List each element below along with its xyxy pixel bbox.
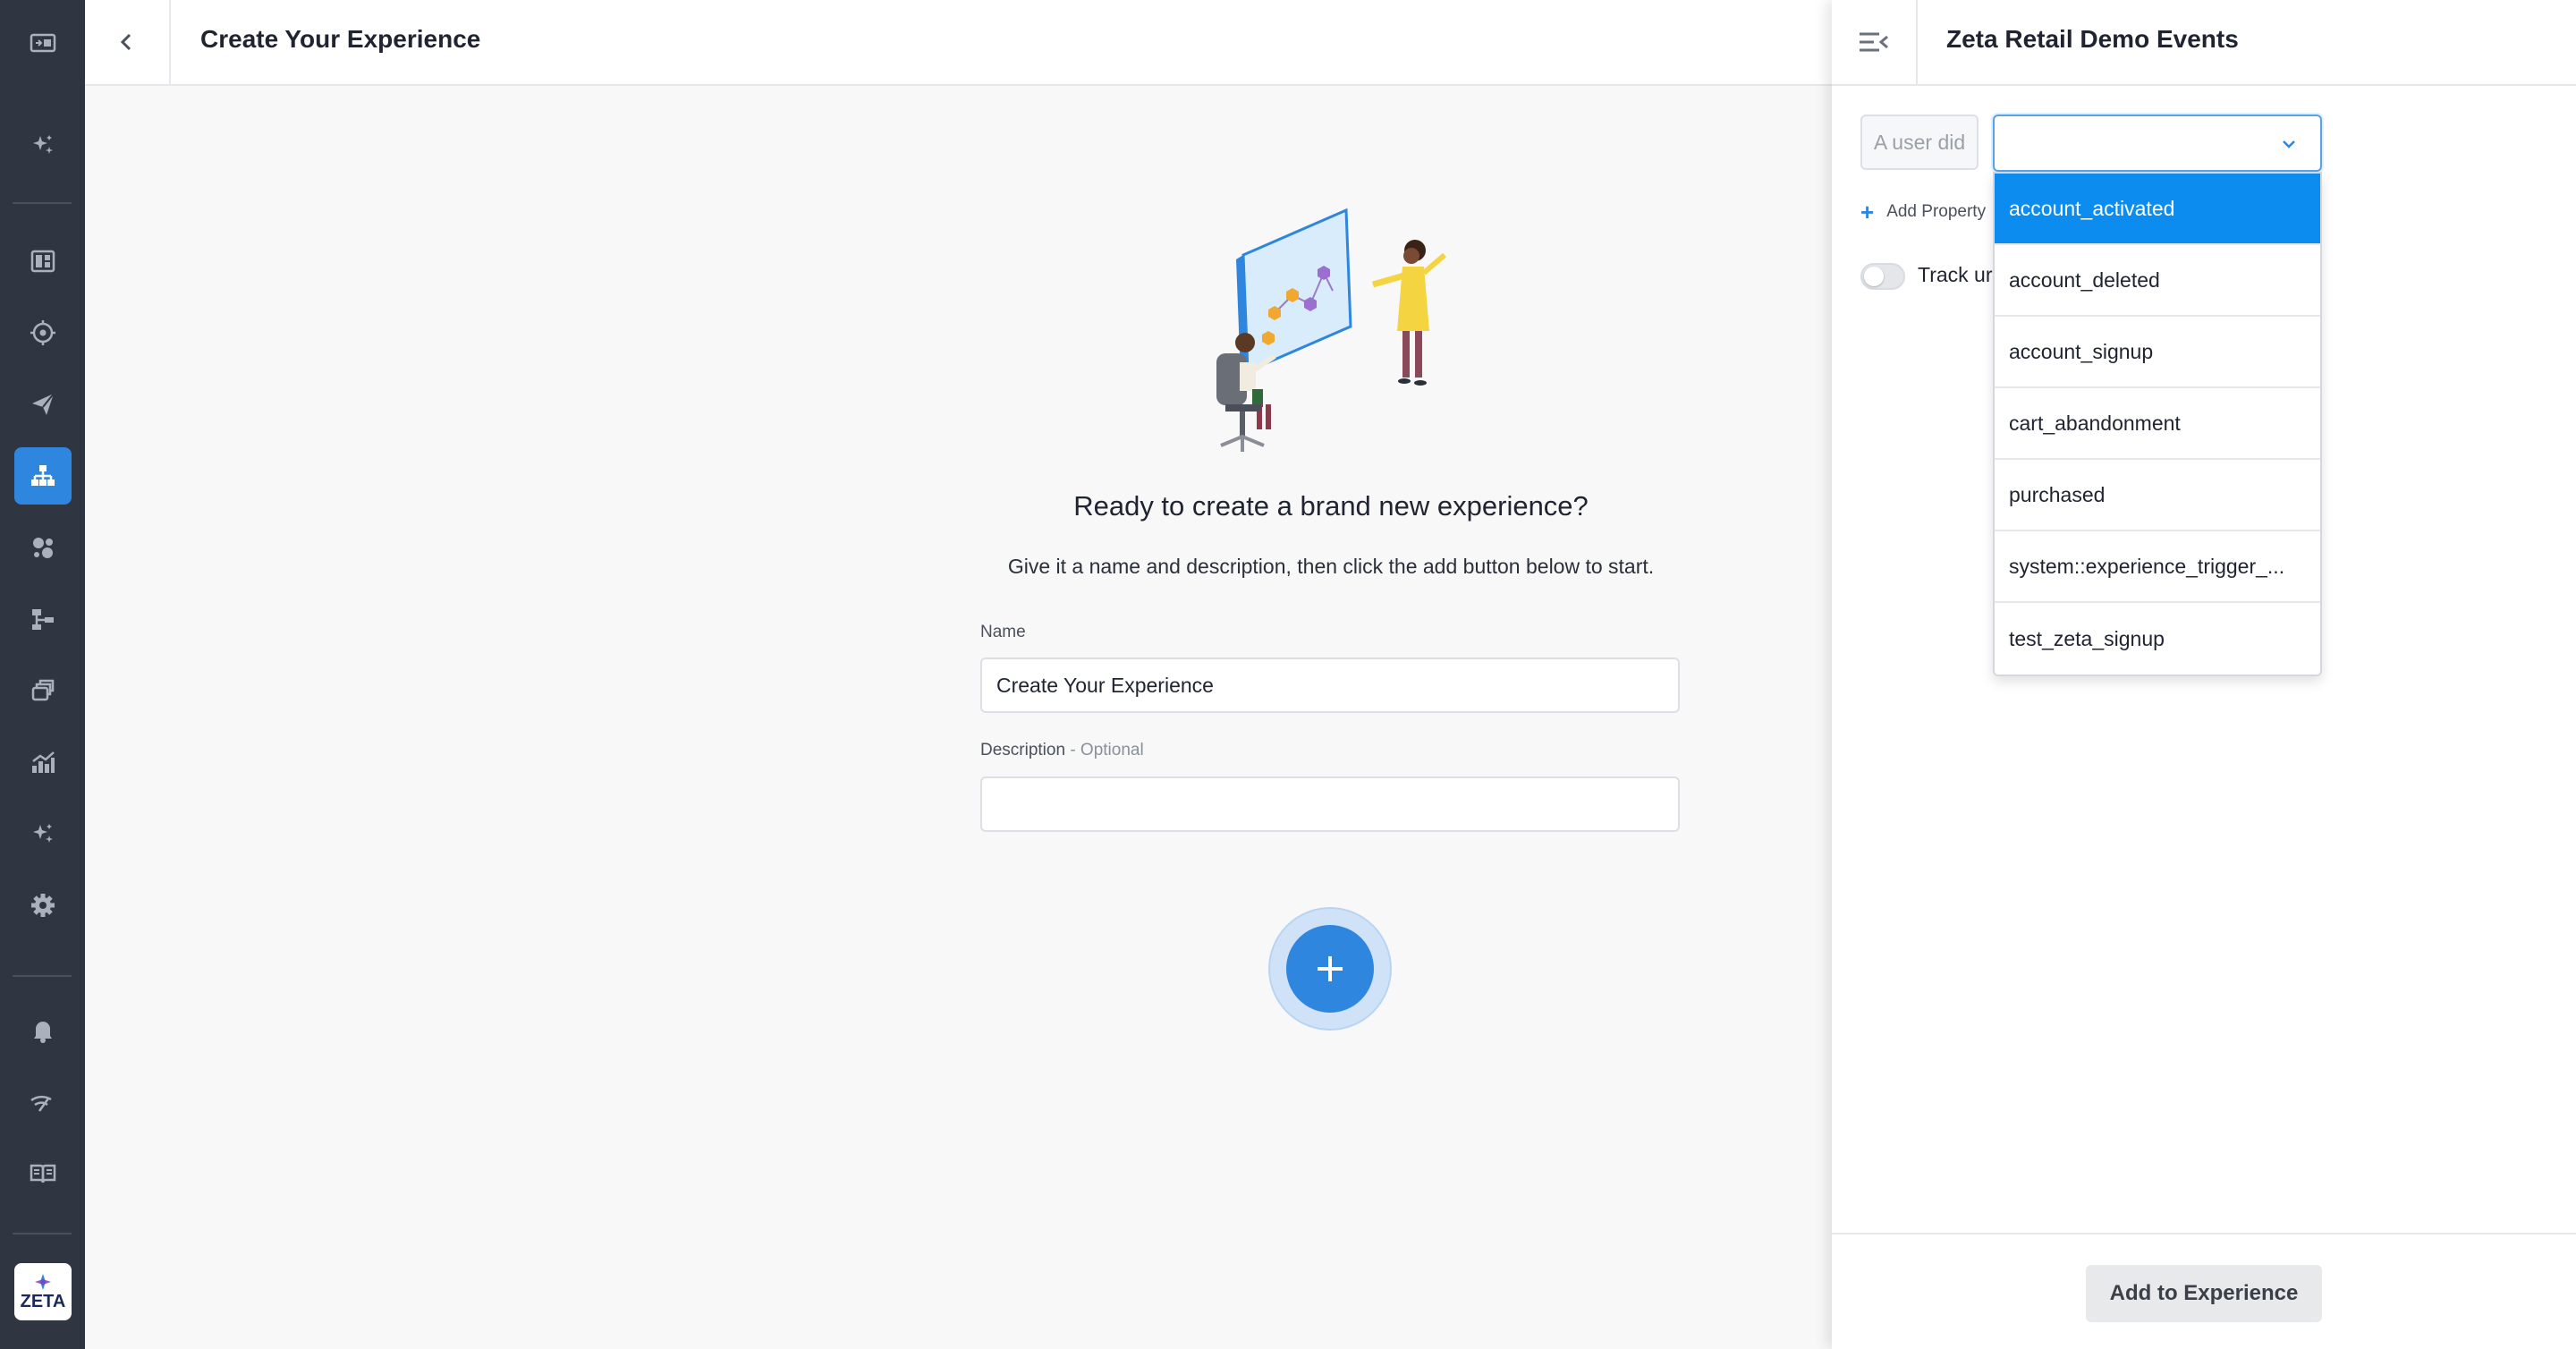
events-panel: Zeta Retail Demo Events A user did + Add… [1832, 0, 2576, 1349]
flow-icon[interactable] [14, 590, 72, 648]
sparkle-icon[interactable] [14, 116, 72, 174]
sidebar-divider [13, 1233, 72, 1234]
book-icon[interactable] [14, 1145, 72, 1202]
gear-icon[interactable] [14, 877, 72, 934]
target-icon[interactable] [14, 304, 72, 361]
sparkle-icon[interactable] [14, 805, 72, 862]
zeta-logo[interactable]: ZETA [14, 1263, 72, 1320]
event-select[interactable] [1993, 115, 2322, 172]
top-bar: Create Your Experience [85, 0, 1832, 86]
add-property-link[interactable]: + Add Property [1860, 199, 1987, 225]
toggle-knob [1864, 267, 1884, 286]
dropdown-option[interactable]: account_activated [1995, 174, 2320, 245]
plus-icon: + [1860, 199, 1875, 225]
zeta-mark-icon [35, 1274, 51, 1290]
dropdown-option[interactable]: account_signup [1995, 317, 2320, 388]
plus-icon [1318, 956, 1343, 981]
stack-icon[interactable] [14, 662, 72, 719]
empty-state-heading: Ready to create a brand new experience? [1073, 490, 1589, 522]
chevron-down-icon [2283, 140, 2295, 148]
collapse-menu-icon [1860, 32, 1888, 52]
dropdown-option[interactable]: account_deleted [1995, 245, 2320, 317]
description-label-text: Description [980, 741, 1066, 759]
track-toggle[interactable] [1860, 263, 1905, 290]
add-to-experience-button[interactable]: Add to Experience [2086, 1265, 2322, 1322]
description-input[interactable] [980, 776, 1680, 832]
back-button[interactable] [85, 0, 171, 84]
paper-plane-icon[interactable] [14, 376, 72, 433]
track-label: Track ur [1918, 263, 1993, 286]
panel-footer: Add to Experience [1832, 1233, 2576, 1349]
collapse-panel-button[interactable] [1832, 0, 1918, 84]
experience-illustration [1216, 208, 1446, 452]
analytics-icon[interactable] [14, 734, 72, 791]
dropdown-option[interactable]: cart_abandonment [1995, 388, 2320, 460]
name-label: Name [980, 623, 1026, 641]
dropdown-option[interactable]: test_zeta_signup [1995, 603, 2320, 674]
empty-state-subheading: Give it a name and description, then cli… [1007, 555, 1655, 578]
panel-title: Zeta Retail Demo Events [1946, 25, 2239, 53]
logo-text: ZETA [20, 1292, 66, 1311]
audience-icon[interactable] [14, 519, 72, 576]
add-button-halo [1268, 907, 1392, 1031]
description-label: Description - Optional [980, 741, 1144, 760]
add-experience-button[interactable] [1286, 925, 1374, 1013]
bell-icon[interactable] [14, 1002, 72, 1059]
left-sidebar: ZETA [0, 0, 85, 1349]
switch-panel-icon[interactable] [14, 14, 72, 72]
dropdown-option[interactable]: system::experience_trigger_... [1995, 531, 2320, 603]
name-input[interactable]: Create Your Experience [980, 658, 1680, 713]
signal-icon[interactable] [14, 1073, 72, 1131]
panel-header: Zeta Retail Demo Events [1832, 0, 2576, 86]
hierarchy-icon[interactable] [14, 447, 72, 505]
sidebar-divider [13, 202, 72, 204]
chevron-left-icon [120, 33, 131, 51]
sidebar-divider [13, 975, 72, 977]
event-dropdown-menu: account_activated account_deleted accoun… [1993, 172, 2322, 676]
dashboard-icon[interactable] [14, 233, 72, 290]
optional-hint: - Optional [1065, 741, 1144, 759]
dropdown-option[interactable]: purchased [1995, 460, 2320, 531]
page-title: Create Your Experience [200, 25, 481, 53]
add-property-label: Add Property [1886, 202, 1987, 221]
user-did-label: A user did [1860, 115, 1979, 170]
